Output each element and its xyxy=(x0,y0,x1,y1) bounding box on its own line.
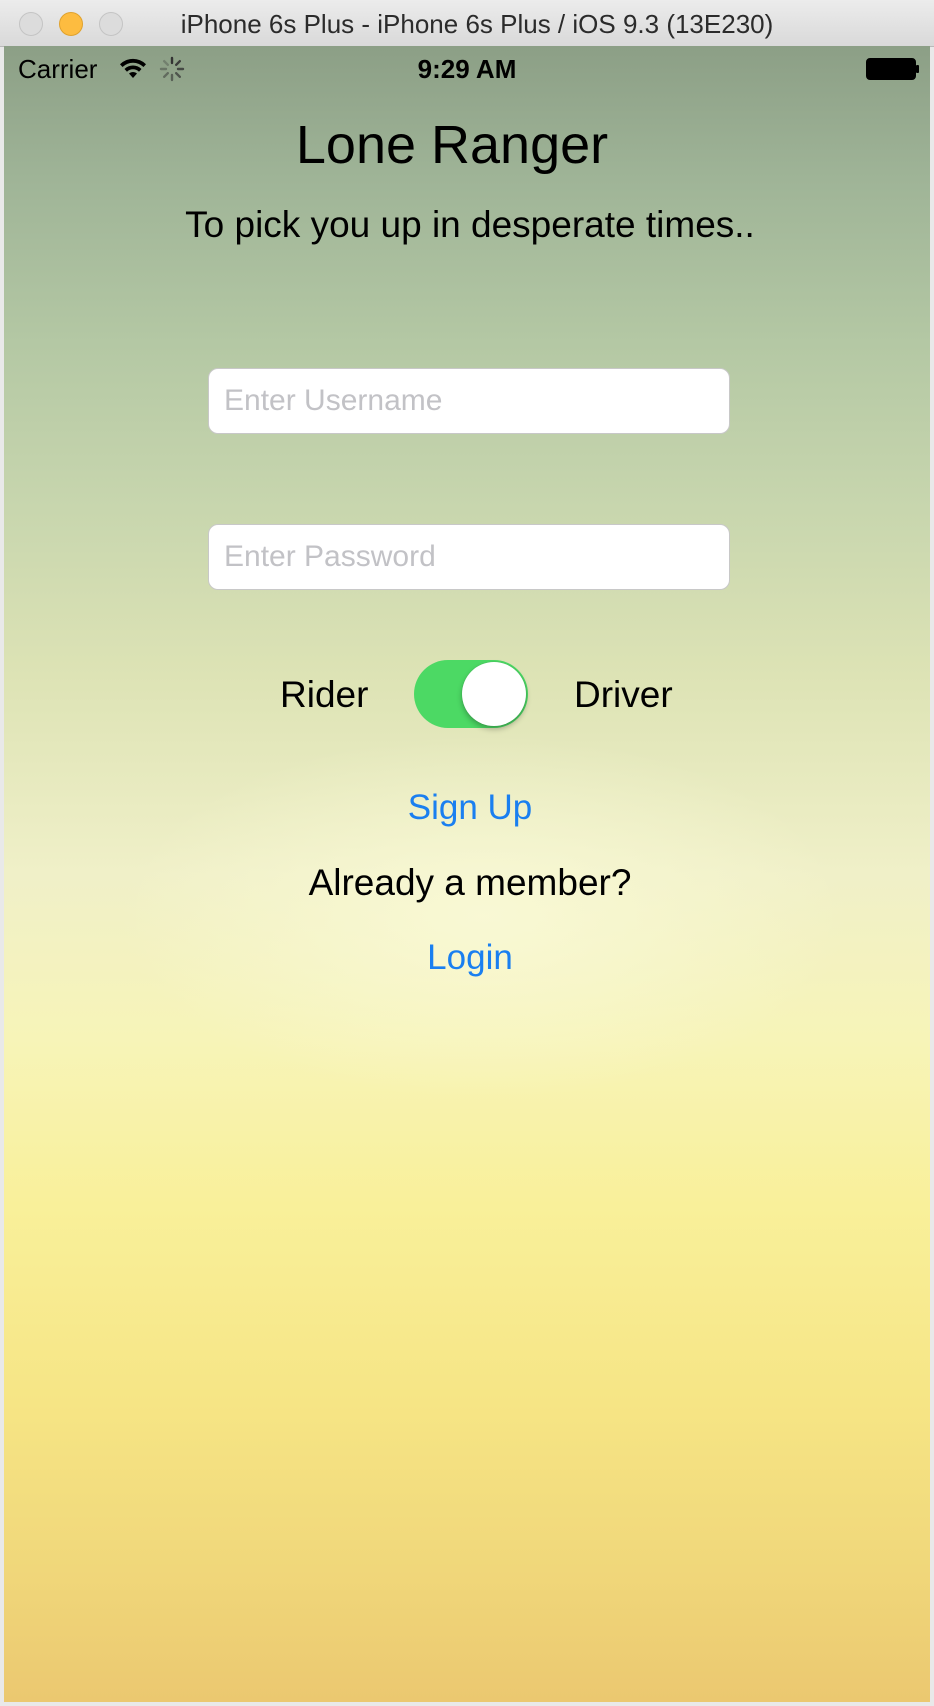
driver-label: Driver xyxy=(574,674,673,715)
login-button[interactable]: Login xyxy=(4,938,930,978)
password-input[interactable] xyxy=(208,524,730,590)
battery-icon xyxy=(866,58,919,80)
status-time: 9:29 AM xyxy=(417,54,517,84)
device-screen: Carrier 9:29 AM Lone Ranger To pick you … xyxy=(4,46,930,1702)
app-subtitle: To pick you up in desperate times.. xyxy=(185,204,755,245)
username-input[interactable] xyxy=(208,368,730,434)
app-title: Lone Ranger xyxy=(295,115,609,175)
toggle-knob[interactable] xyxy=(462,662,526,726)
sign-up-button[interactable]: Sign Up xyxy=(4,788,930,828)
simulator-window: iPhone 6s Plus - iPhone 6s Plus / iOS 9.… xyxy=(0,0,934,1706)
window-title: iPhone 6s Plus - iPhone 6s Plus / iOS 9.… xyxy=(180,9,774,39)
window-titlebar[interactable]: iPhone 6s Plus - iPhone 6s Plus / iOS 9.… xyxy=(0,0,934,47)
status-bar: Carrier 9:29 AM xyxy=(4,46,930,90)
already-member-text: Already a member? xyxy=(308,862,632,903)
rider-label: Rider xyxy=(280,674,369,715)
rider-driver-toggle[interactable] xyxy=(414,660,528,728)
